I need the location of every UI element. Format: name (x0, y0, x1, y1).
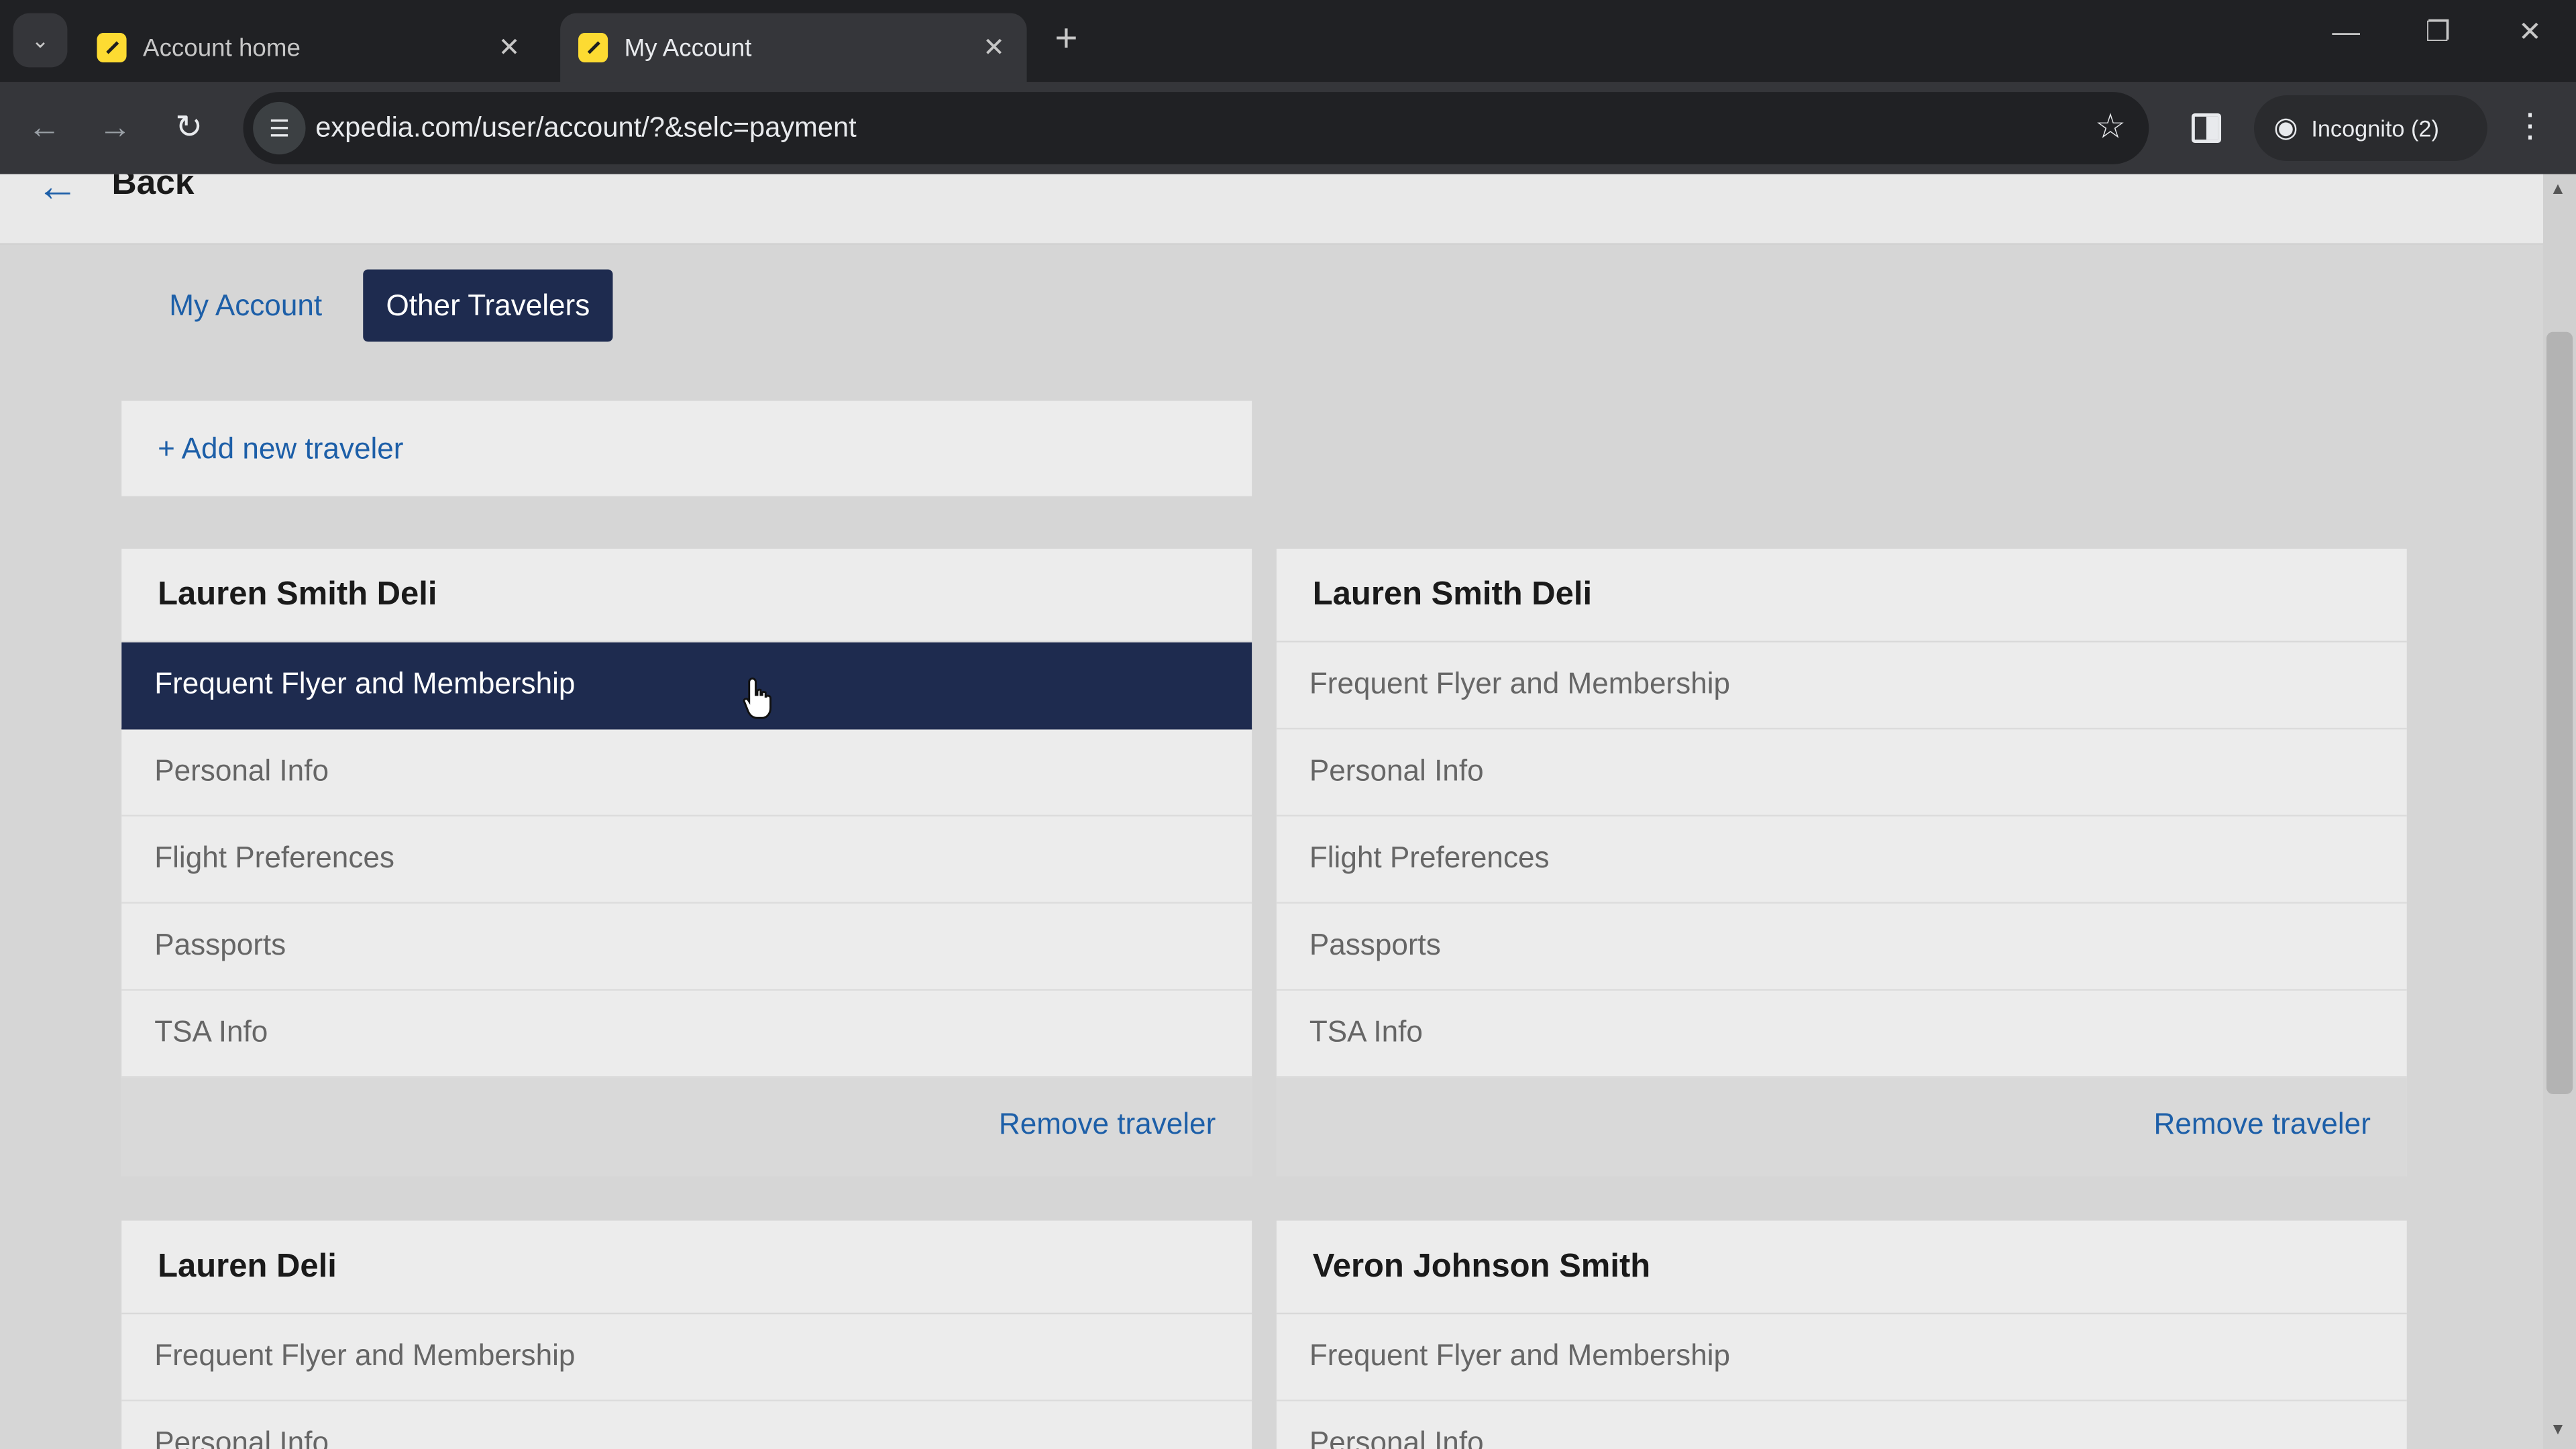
address-bar[interactable]: ☰ expedia.com/user/account/?&selc=paymen… (243, 92, 2149, 164)
traveler-name: Lauren Smith Deli (121, 549, 1252, 643)
traveler-menu-item[interactable]: Personal Info (1276, 729, 2407, 817)
card-footer: Remove traveler (121, 1077, 1252, 1177)
back-bar: ← Back (0, 174, 2544, 245)
new-tab-button[interactable]: + (1045, 19, 1088, 62)
minimize-icon[interactable]: — (2313, 16, 2379, 49)
side-panel-icon[interactable] (2188, 110, 2224, 146)
traveler-menu-item[interactable]: Passports (121, 904, 1252, 991)
remove-traveler-link[interactable]: Remove traveler (2153, 1108, 2370, 1142)
back-link[interactable]: Back (112, 174, 195, 204)
traveler-menu-item[interactable]: Flight Preferences (121, 816, 1252, 904)
browser-tab-strip: ⌄ Account home ✕ My Account ✕ + — ❐ ✕ (0, 0, 2576, 83)
hand-cursor-icon (743, 677, 772, 719)
traveler-menu-item[interactable]: Personal Info (1277, 1401, 2407, 1449)
traveler-menu-item[interactable]: Personal Info (121, 1401, 1252, 1449)
close-icon[interactable]: ✕ (490, 32, 529, 64)
tab-account-home[interactable]: Account home ✕ (79, 13, 543, 83)
remove-traveler-link[interactable]: Remove traveler (999, 1108, 1216, 1142)
traveler-card: Lauren Smith Deli Frequent Flyer and Mem… (121, 548, 1252, 1177)
add-new-traveler-link[interactable]: + Add new traveler (158, 432, 403, 466)
traveler-card: Lauren Smith Deli Frequent Flyer and Mem… (1276, 548, 2407, 1177)
traveler-menu-item[interactable]: Passports (1276, 904, 2407, 991)
expedia-favicon-icon (578, 32, 608, 63)
bookmark-star-icon[interactable]: ☆ (2095, 107, 2126, 148)
traveler-name: Lauren Smith Deli (1276, 549, 2407, 643)
forward-nav-icon[interactable]: → (92, 105, 138, 152)
url-text[interactable]: expedia.com/user/account/?&selc=payment (315, 112, 857, 145)
scroll-up-icon[interactable]: ▲ (2550, 180, 2566, 199)
page-content: ← Back My Account Other Travelers + Add … (0, 174, 2544, 1449)
traveler-menu-item[interactable]: Flight Preferences (1276, 816, 2407, 904)
card-footer: Remove traveler (1276, 1077, 2407, 1177)
traveler-menu-item[interactable]: TSA Info (1276, 991, 2407, 1078)
incognito-indicator[interactable]: ◉ Incognito (2) (2254, 95, 2487, 162)
expedia-favicon-icon (97, 32, 127, 63)
traveler-menu-item[interactable]: Frequent Flyer and Membership (1276, 1314, 2407, 1401)
scroll-down-icon[interactable]: ▼ (2550, 1421, 2566, 1439)
incognito-label: Incognito (2) (2311, 115, 2439, 142)
page-scrollbar[interactable]: ▲ ▼ (2543, 174, 2576, 1449)
reload-icon[interactable]: ↻ (166, 105, 212, 152)
traveler-name: Veron Johnson Smith (1276, 1221, 2407, 1315)
tab-my-account-segment[interactable]: My Account (146, 269, 345, 342)
traveler-menu-item[interactable]: Frequent Flyer and Membership (121, 1314, 1252, 1401)
scrollbar-thumb[interactable] (2546, 331, 2573, 1095)
restore-icon[interactable]: ❐ (2405, 16, 2471, 49)
add-traveler-card: + Add new traveler (121, 400, 1252, 496)
back-nav-icon[interactable]: ← (21, 105, 68, 152)
traveler-card: Lauren Deli Frequent Flyer and Membershi… (121, 1220, 1252, 1449)
close-icon[interactable]: ✕ (974, 32, 1014, 64)
traveler-menu-item[interactable]: Frequent Flyer and Membership (121, 642, 1252, 730)
incognito-icon: ◉ (2273, 111, 2298, 144)
traveler-menu-item[interactable]: TSA Info (121, 991, 1252, 1078)
tab-title: Account home (143, 34, 301, 62)
traveler-card: Veron Johnson Smith Frequent Flyer and M… (1276, 1220, 2407, 1449)
browser-toolbar: ← → ↻ ☰ expedia.com/user/account/?&selc=… (0, 82, 2576, 174)
tab-my-account[interactable]: My Account ✕ (560, 13, 1027, 83)
tab-search-button[interactable]: ⌄ (13, 13, 68, 68)
traveler-menu-item[interactable]: Personal Info (121, 729, 1252, 817)
traveler-menu-item[interactable]: Frequent Flyer and Membership (1276, 643, 2407, 730)
chevron-down-icon: ⌄ (31, 27, 50, 52)
tab-title: My Account (624, 34, 752, 62)
traveler-name: Lauren Deli (121, 1221, 1252, 1315)
window-close-icon[interactable]: ✕ (2497, 16, 2563, 49)
back-arrow-icon[interactable]: ← (36, 174, 79, 212)
tab-other-travelers-segment[interactable]: Other Travelers (363, 269, 613, 342)
browser-menu-icon[interactable]: ⋮ (2514, 105, 2546, 146)
site-info-icon[interactable]: ☰ (253, 101, 306, 155)
